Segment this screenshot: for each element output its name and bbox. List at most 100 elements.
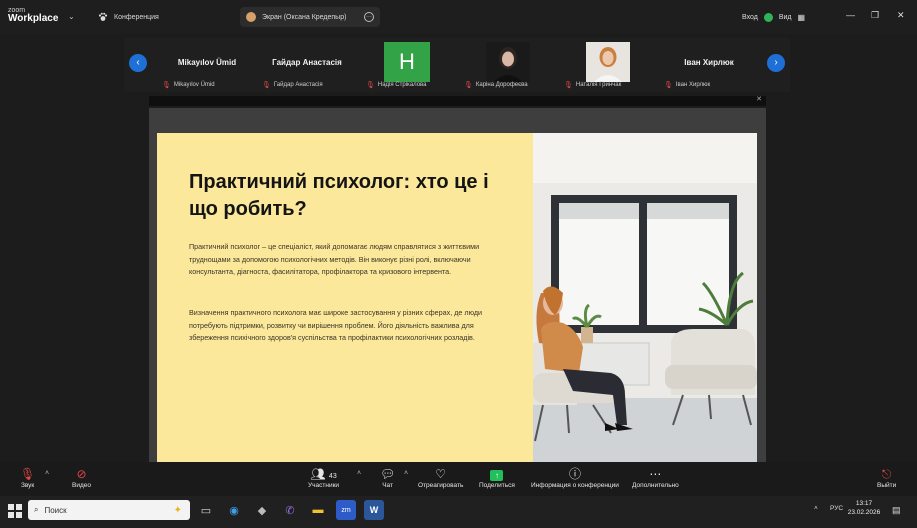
audio-button[interactable]: 🎙︎ Звук (20, 466, 35, 489)
avatar (246, 12, 256, 22)
viber-icon[interactable]: ✆ (280, 500, 300, 520)
windows-start-icon[interactable] (8, 504, 22, 518)
chevron-up-icon[interactable]: ˄ (814, 505, 818, 512)
clock-date: 23.02.2026 (847, 509, 881, 517)
tab-screen-share[interactable]: Экран (Оксана Кредепыр) ··· (240, 7, 380, 27)
sparkle-icon: ✦ (173, 504, 182, 516)
more-label: Дополнительно (632, 482, 679, 489)
chevron-up-icon[interactable]: ˄ (45, 470, 49, 477)
close-icon[interactable]: ✕ (897, 10, 905, 21)
participant-label: 🎙︎ Каріна Дорофеєва (464, 82, 528, 89)
task-view-icon[interactable]: ▭ (196, 500, 216, 520)
participant-tile[interactable]: Гайдар Анастасія 🎙︎ Гайдар Анастасія (258, 40, 356, 92)
notification-icon[interactable]: ▤ (892, 505, 901, 516)
tab-conference[interactable]: Конференция (92, 7, 232, 27)
chat-label: Чат (382, 482, 394, 489)
zoom-taskbar-icon[interactable]: zm (336, 500, 356, 520)
leave-button[interactable]: ⎋ Выйти (877, 466, 896, 489)
slide-title: Практичний психолог: хто це і що робить? (189, 171, 489, 220)
language-indicator[interactable]: РУС (830, 505, 843, 512)
participant-tile[interactable]: Mikayılov Ümid 🎙︎ Mikayılov Ümid (158, 40, 256, 92)
avatar: H (384, 42, 430, 82)
chat-icon: 💬︎ (380, 467, 396, 481)
zoom-logo[interactable]: zoom Workplace (8, 7, 68, 24)
participants-label: Участники (308, 482, 340, 489)
tab-screen-label: Экран (Оксана Кредепыр) (262, 13, 347, 21)
taskbar-clock[interactable]: 13:17 23.02.2026 (846, 499, 882, 518)
more-button[interactable]: ⋯ Дополнительно (632, 466, 679, 489)
taskbar-search-input[interactable]: ⌕ Поиск ✦ (28, 500, 190, 520)
participant-display-name: Гайдар Анастасія (272, 58, 342, 67)
audio-label: Звук (20, 482, 35, 489)
avatar (486, 42, 530, 82)
mic-muted-icon: 🎙︎ (664, 82, 673, 89)
participants-icon: 👥︎ 43 (310, 467, 337, 481)
logo-line2: Workplace (8, 13, 59, 24)
login-area: Вход Вид ▦ (742, 9, 828, 25)
share-label: Поделиться (479, 482, 515, 489)
participant-label: 🎙︎ Mikayılov Ümid (162, 82, 215, 89)
file-explorer-icon[interactable]: ▬ (308, 500, 328, 520)
avatar (586, 42, 630, 82)
share-screen-icon: ↑ (490, 466, 504, 482)
share-header-bar: ✕ (149, 96, 766, 106)
participants-button[interactable]: 👥︎ 43 Участники (308, 466, 339, 489)
react-button[interactable]: ♡ Отреагировать (418, 466, 463, 489)
participant-tile[interactable]: H 🎙︎ Надія Стрікалова (362, 40, 460, 92)
meeting-info-label: Информация о конференции (531, 482, 619, 489)
grid-icon[interactable]: ▦ (798, 13, 806, 22)
maximize-icon[interactable]: ❐ (871, 10, 879, 21)
next-page-button[interactable]: › (767, 54, 785, 72)
mic-muted-icon: 🎙︎ (262, 82, 271, 89)
leave-label: Выйти (877, 482, 897, 489)
app-icon[interactable]: ◆ (252, 500, 272, 520)
participant-tile[interactable]: 🎙︎ Каріна Дорофеєва (460, 40, 558, 92)
participants-count: 43 (328, 473, 337, 480)
minimize-icon[interactable]: — (846, 10, 855, 20)
more-icon: ⋯ (649, 467, 662, 481)
camera-off-icon: ⊘ (76, 467, 87, 481)
heart-icon: ♡ (435, 467, 447, 481)
participant-label: 🎙︎ Надія Стрікалова (366, 82, 427, 89)
chevron-up-icon[interactable]: ˄ (404, 470, 408, 477)
clock-time: 13:17 (855, 500, 873, 507)
slide-photo (533, 133, 757, 462)
leave-icon: ⎋ (881, 467, 892, 481)
participant-tile[interactable]: Іван Хирлюк 🎙︎ Іван Хирлюк (660, 40, 758, 92)
mic-muted-icon: 🎙︎ (564, 82, 573, 89)
video-label: Видео (72, 482, 91, 489)
slide-paragraph: Практичний психолог – це спеціаліст, яки… (189, 242, 480, 277)
participant-label: 🎙︎ Іван Хирлюк (664, 82, 711, 89)
prev-page-button[interactable]: ‹ (129, 54, 147, 72)
participant-display-name: Іван Хирлюк (684, 58, 734, 67)
search-icon: ⌕ (34, 505, 39, 514)
more-icon[interactable]: ··· (364, 12, 374, 22)
paw-icon (98, 12, 108, 22)
info-icon: ⓘ (568, 467, 581, 481)
chevron-down-icon[interactable]: ⌄ (68, 12, 75, 21)
participant-display-name: Mikayılov Ümid (177, 58, 237, 67)
share-button[interactable]: ↑ Поделиться (479, 466, 515, 489)
participant-label: 🎙︎ Наталія Гринчак (564, 82, 622, 89)
mic-muted-icon: 🎙︎ (162, 82, 171, 89)
participant-tile[interactable]: 🎙︎ Наталія Гринчак (560, 40, 658, 92)
slide-paragraph: Визначення практичного психолога має шир… (189, 308, 483, 343)
mic-muted-icon: 🎙︎ (366, 82, 375, 89)
edge-icon[interactable]: ◉ (224, 500, 244, 520)
chevron-up-icon[interactable]: ˄ (357, 470, 361, 477)
mic-muted-icon: 🎙︎ (20, 467, 36, 481)
chat-button[interactable]: 💬︎ Чат (380, 466, 395, 489)
zoom-window: zoom Workplace ⌄ Конференция Экран (Окса… (0, 0, 917, 528)
meeting-info-button[interactable]: ⓘ Информация о конференции (531, 466, 619, 489)
video-button[interactable]: ⊘ Видео (72, 466, 91, 489)
close-icon[interactable]: ✕ (756, 95, 762, 103)
participant-label: 🎙︎ Гайдар Анастасія (262, 82, 323, 89)
view-button[interactable]: Вид (779, 14, 792, 21)
mic-muted-icon: 🎙︎ (464, 82, 473, 89)
shield-icon[interactable] (763, 12, 773, 22)
react-label: Отреагировать (418, 482, 464, 489)
search-placeholder: Поиск (44, 505, 67, 515)
login-button[interactable]: Вход (742, 14, 758, 21)
tab-conference-label: Конференция (114, 13, 159, 21)
word-icon[interactable]: W (364, 500, 384, 520)
